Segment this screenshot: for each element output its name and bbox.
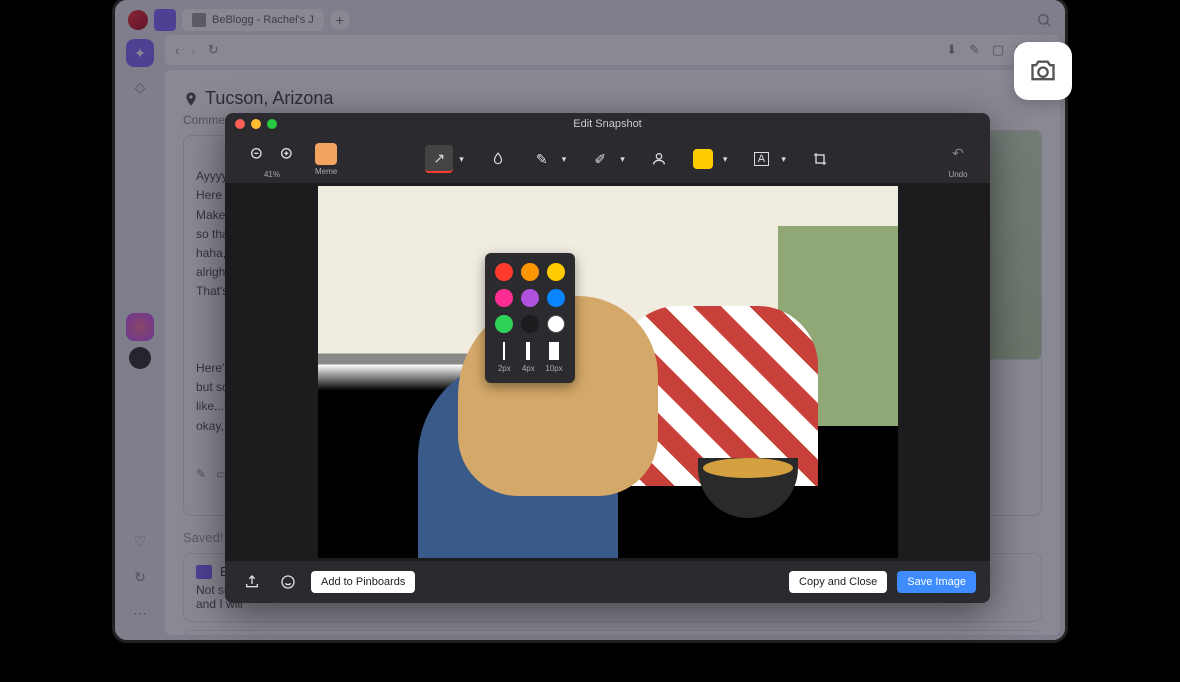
- zoom-percentage: 41%: [243, 170, 301, 179]
- snapshot-editor-window: Edit Snapshot 41% Meme ↗ ▾ ✎ ▾: [225, 113, 990, 603]
- laptop-base: [465, 654, 715, 682]
- snapshot-camera-button[interactable]: [1014, 42, 1072, 100]
- selfie-tool[interactable]: [645, 145, 673, 173]
- zoom-in-button[interactable]: [273, 140, 301, 168]
- window-zoom-icon[interactable]: [267, 119, 277, 129]
- window-minimize-icon[interactable]: [251, 119, 261, 129]
- highlighter-tool[interactable]: ✐: [586, 145, 614, 173]
- editor-title: Edit Snapshot: [573, 118, 642, 130]
- color-swatch[interactable]: [521, 263, 539, 281]
- color-swatch[interactable]: [547, 315, 565, 333]
- color-swatch[interactable]: [495, 289, 513, 307]
- meme-label: Meme: [315, 167, 337, 176]
- color-stroke-picker: 2px 4px 10px: [485, 253, 575, 383]
- emoji-tool[interactable]: [689, 145, 717, 173]
- blur-tool[interactable]: [484, 145, 512, 173]
- copy-and-close-button[interactable]: Copy and Close: [789, 571, 887, 593]
- add-to-pinboards-button[interactable]: Add to Pinboards: [311, 571, 415, 593]
- share-button[interactable]: [239, 569, 265, 595]
- snapshot-image: [318, 186, 898, 558]
- color-swatch[interactable]: [521, 315, 539, 333]
- color-swatch[interactable]: [521, 289, 539, 307]
- color-swatch[interactable]: [495, 263, 513, 281]
- save-image-button[interactable]: Save Image: [897, 571, 976, 593]
- crop-tool[interactable]: [806, 145, 834, 173]
- arrow-tool-dropdown[interactable]: ▾: [455, 145, 468, 173]
- undo-label: Undo: [944, 170, 972, 179]
- highlighter-dropdown[interactable]: ▾: [616, 145, 629, 173]
- emoji-dropdown[interactable]: ▾: [719, 145, 732, 173]
- color-swatch[interactable]: [495, 315, 513, 333]
- color-swatch[interactable]: [547, 263, 565, 281]
- text-dropdown[interactable]: ▾: [777, 145, 790, 173]
- emoji-reaction-button[interactable]: [275, 569, 301, 595]
- window-close-icon[interactable]: [235, 119, 245, 129]
- meme-tool-icon[interactable]: [315, 143, 337, 165]
- stroke-width-option[interactable]: 10px: [545, 341, 562, 373]
- stroke-width-option[interactable]: 4px: [521, 341, 535, 373]
- undo-button[interactable]: ↶: [944, 140, 972, 168]
- text-tool[interactable]: A: [747, 145, 775, 173]
- color-swatch[interactable]: [547, 289, 565, 307]
- editor-canvas[interactable]: 2px 4px 10px: [225, 183, 990, 561]
- pencil-dropdown[interactable]: ▾: [558, 145, 571, 173]
- stroke-width-option[interactable]: 2px: [497, 341, 511, 373]
- arrow-tool[interactable]: ↗: [425, 145, 453, 173]
- editor-titlebar[interactable]: Edit Snapshot: [225, 113, 990, 135]
- pencil-tool[interactable]: ✎: [528, 145, 556, 173]
- zoom-out-button[interactable]: [243, 140, 271, 168]
- camera-icon: [1029, 57, 1057, 85]
